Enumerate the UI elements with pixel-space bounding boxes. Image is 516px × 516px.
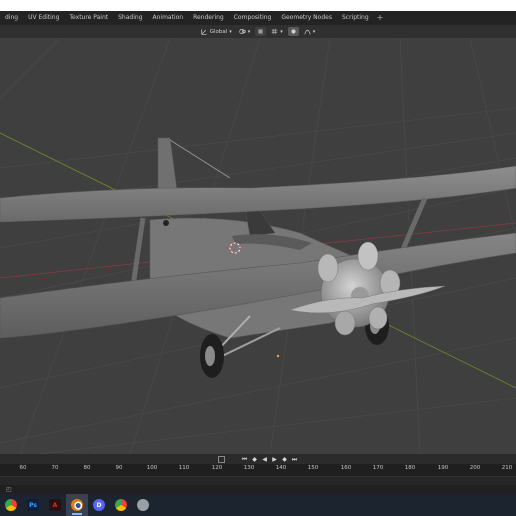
tab-geometry-nodes[interactable]: Geometry Nodes xyxy=(276,11,337,25)
tab-animation[interactable]: Animation xyxy=(148,11,189,25)
frame-tick: 130 xyxy=(243,465,255,471)
taskbar-app-misc[interactable] xyxy=(132,494,154,516)
chevron-down-icon: ▾ xyxy=(280,28,283,35)
taskbar-app-acrobat[interactable]: A xyxy=(44,494,66,516)
tab-uv-editing[interactable]: UV Editing xyxy=(23,11,64,25)
pivot-dropdown[interactable]: ▾ xyxy=(237,27,253,36)
frame-tick: 190 xyxy=(437,465,449,471)
taskbar-app-blender[interactable] xyxy=(66,494,88,516)
play-icon[interactable]: ▶ xyxy=(271,456,278,463)
keyframe-toggle[interactable] xyxy=(218,455,225,463)
frame-tick: 110 xyxy=(178,465,190,471)
chevron-down-icon: ▾ xyxy=(247,28,251,35)
orientation-label: Global xyxy=(209,28,228,35)
cockpit-windscreen xyxy=(244,207,276,237)
taskbar-app-chrome-2[interactable] xyxy=(110,494,132,516)
chrome-icon xyxy=(115,499,127,511)
frame-tick: 140 xyxy=(275,465,287,471)
taskbar-app-discord[interactable]: D xyxy=(88,494,110,516)
frame-tick: 70 xyxy=(51,465,59,471)
link-icon xyxy=(239,29,246,34)
landing-wheel-left-hub xyxy=(205,346,215,366)
frame-tick: 160 xyxy=(340,465,352,471)
discord-icon: D xyxy=(93,499,105,511)
tab-rendering[interactable]: Rendering xyxy=(188,11,229,25)
blender-icon xyxy=(71,499,83,511)
taskbar-app-photoshop[interactable]: Ps xyxy=(22,494,44,516)
frame-tick: 200 xyxy=(469,465,481,471)
play-reverse-icon[interactable]: ◀ xyxy=(261,456,268,463)
snap-grid-icon xyxy=(271,28,278,35)
app-icon xyxy=(137,499,149,511)
chrome-icon xyxy=(5,499,17,511)
frame-tick: 170 xyxy=(372,465,384,471)
frame-tick: 210 xyxy=(501,465,513,471)
status-bar: ◰ xyxy=(0,485,516,494)
viewport-header: Global ▾ ▾ ▾ ▾ xyxy=(0,25,516,38)
transform-orientation-dropdown[interactable]: Global ▾ xyxy=(199,27,234,36)
tab-compositing[interactable]: Compositing xyxy=(229,11,277,25)
wing-light xyxy=(163,220,169,226)
object-origin xyxy=(276,354,280,358)
workspace-tab-bar: ding UV Editing Texture Paint Shading An… xyxy=(0,11,516,25)
timeline-ruler[interactable]: 60 70 80 90 100 110 120 130 140 150 160 … xyxy=(0,464,516,476)
windows-taskbar: Ps A D xyxy=(0,494,516,516)
tab-scripting[interactable]: Scripting xyxy=(337,11,374,25)
chevron-down-icon: ▾ xyxy=(312,28,316,35)
taskbar-app-chrome[interactable] xyxy=(0,494,22,516)
tail-wire xyxy=(169,139,231,179)
jump-start-icon[interactable]: ⏮ xyxy=(241,456,248,463)
frame-tick: 100 xyxy=(146,465,158,471)
3d-viewport[interactable] xyxy=(0,38,516,454)
tab-shading[interactable]: Shading xyxy=(113,11,147,25)
jump-end-icon[interactable]: ⏭ xyxy=(291,456,298,463)
chevron-down-icon: ▾ xyxy=(229,28,232,35)
next-keyframe-icon[interactable]: ◆ xyxy=(281,456,288,463)
tab-texture-paint[interactable]: Texture Paint xyxy=(64,11,113,25)
proportional-edit-icon xyxy=(291,29,296,34)
snap-target-dropdown[interactable]: ▾ xyxy=(269,27,285,36)
viewport-canvas[interactable] xyxy=(0,38,516,454)
proportional-edit-toggle[interactable] xyxy=(287,27,299,36)
mouse-icon: ◰ xyxy=(6,486,12,493)
timeline-header: ⏮ ◆ ◀ ▶ ◆ ⏭ xyxy=(0,454,516,464)
add-workspace-button[interactable]: + xyxy=(374,11,387,25)
falloff-dropdown[interactable]: ▾ xyxy=(302,27,318,36)
photoshop-icon: Ps xyxy=(27,499,39,511)
transform-orientation-icon xyxy=(201,29,207,35)
blender-window: ding UV Editing Texture Paint Shading An… xyxy=(0,11,516,516)
frame-tick: 60 xyxy=(19,465,27,471)
snap-toggle[interactable] xyxy=(255,27,267,36)
frame-tick: 80 xyxy=(83,465,91,471)
frame-tick: 120 xyxy=(211,465,223,471)
frame-tick: 90 xyxy=(115,465,123,471)
falloff-curve-icon xyxy=(304,29,311,35)
acrobat-icon: A xyxy=(49,499,61,511)
frame-tick: 180 xyxy=(404,465,416,471)
frame-tick: 150 xyxy=(307,465,319,471)
tab-modeling[interactable]: ding xyxy=(0,11,23,25)
prev-keyframe-icon[interactable]: ◆ xyxy=(251,456,258,463)
magnet-icon xyxy=(258,29,263,34)
